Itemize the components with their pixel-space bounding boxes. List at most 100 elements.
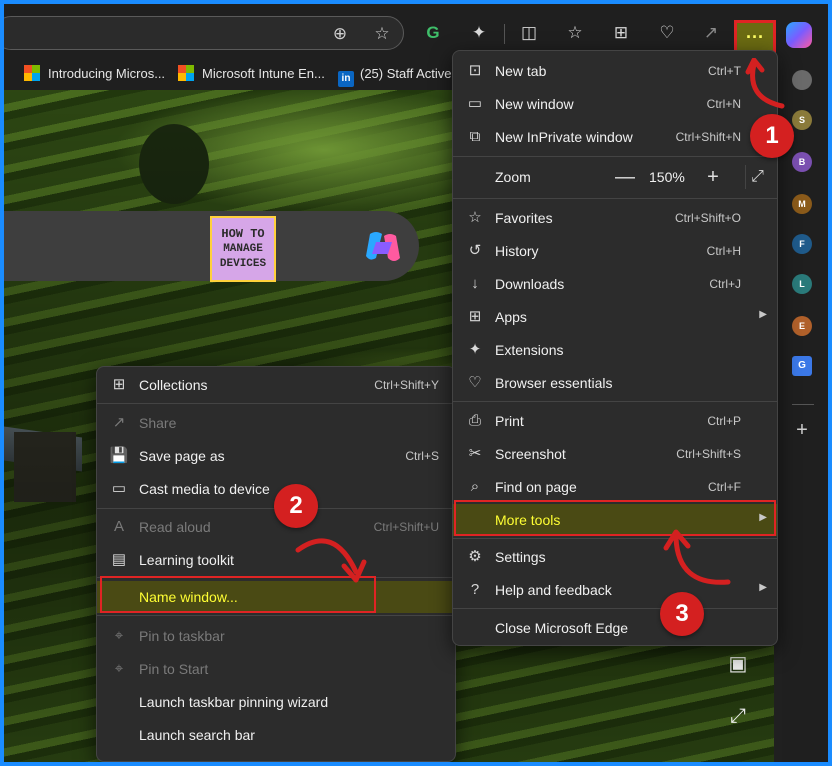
add-icon[interactable]: + — [790, 418, 814, 442]
chevron-right-icon: ▶ — [759, 309, 767, 320]
translate-icon[interactable]: G — [792, 356, 812, 376]
microsoft-logo-icon — [24, 65, 40, 81]
menu-item-downloads[interactable]: ↓ Downloads Ctrl+J — [453, 268, 777, 300]
menu-item-new-inprivate-window[interactable]: ⧉ New InPrivate window Ctrl+Shift+N — [453, 121, 777, 153]
copilot-search-icon[interactable] — [362, 228, 404, 266]
favorites-icon: ☆ — [468, 209, 482, 226]
menu-item-collections[interactable]: ⊞ Collections Ctrl+Shift+Y — [97, 369, 455, 401]
menu-item-browser-essentials[interactable]: ♡ Browser essentials — [453, 367, 777, 399]
menu-item-shortcut: Ctrl+J — [709, 277, 741, 291]
menu-item-apps[interactable]: ⊞ Apps ▶ — [453, 301, 777, 333]
favorites-bar: Introducing Micros... Microsoft Intune E… — [4, 58, 464, 90]
pin-icon: ⌖ — [114, 660, 124, 677]
bookmark-item[interactable]: in (25) Staff Active — [338, 64, 452, 87]
browser-essentials-icon: ♡ — [468, 374, 482, 391]
help-icon: ? — [470, 581, 480, 598]
menu-item-print[interactable]: ⎙ Print Ctrl+P — [453, 405, 777, 437]
menu-item-favorites[interactable]: ☆ Favorites Ctrl+Shift+O — [453, 202, 777, 234]
menu-item-pin-to-taskbar[interactable]: ⌖ Pin to taskbar — [97, 620, 455, 652]
menu-item-shortcut: Ctrl+Shift+S — [676, 447, 741, 461]
menu-item-label: Cast media to device — [139, 481, 270, 497]
menu-item-new-window[interactable]: ▭ New window Ctrl+N — [453, 88, 777, 120]
bookmark-label: Introducing Micros... — [48, 66, 166, 81]
menu-item-shortcut: Ctrl+S — [405, 449, 439, 463]
menu-item-find-on-page[interactable]: ⌕ Find on page Ctrl+F — [453, 471, 777, 503]
menu-item-save-page-as[interactable]: 💾 Save page as Ctrl+S — [97, 440, 455, 472]
menu-item-label: Save page as — [139, 448, 225, 464]
share-icon[interactable]: ↗ — [698, 20, 724, 46]
bookmark-item[interactable]: Microsoft Intune En... — [178, 64, 325, 84]
menu-item-pin-to-start[interactable]: ⌖ Pin to Start — [97, 653, 455, 685]
menu-item-label: Apps — [495, 309, 527, 325]
menu-item-screenshot[interactable]: ✂ Screenshot Ctrl+Shift+S — [453, 438, 777, 470]
logo-line-1: HOW TO — [221, 227, 265, 241]
menu-item-label: Learning toolkit — [139, 552, 234, 568]
menu-item-shortcut: Ctrl+F — [708, 480, 741, 494]
menu-item-learning-toolkit[interactable]: ▤ Learning toolkit — [97, 544, 455, 576]
microsoft-logo-icon — [178, 65, 194, 81]
menu-item-launch-taskbar-pinning-wizard[interactable]: Launch taskbar pinning wizard — [97, 686, 455, 718]
menu-item-new-tab[interactable]: ⊡ New tab Ctrl+T — [453, 55, 777, 87]
menu-item-shortcut: Ctrl+P — [707, 414, 741, 428]
workspace-avatar[interactable]: B — [792, 152, 812, 172]
menu-item-label: Close Microsoft Edge — [495, 620, 629, 636]
menu-item-shortcut: Ctrl+T — [708, 64, 741, 78]
menu-item-label: New tab — [495, 63, 547, 79]
image-icon[interactable]: ▣ — [724, 650, 752, 678]
new-tab-icon: ⊡ — [468, 62, 482, 79]
fullscreen-icon[interactable]: ⤢ — [745, 165, 769, 189]
menu-item-shortcut: Ctrl+Shift+N — [675, 130, 741, 144]
annotation-arrow-3 — [663, 529, 731, 585]
menu-item-label: Settings — [495, 549, 546, 565]
menu-item-extensions[interactable]: ✦ Extensions — [453, 334, 777, 366]
menu-item-shortcut: Ctrl+Shift+U — [373, 520, 439, 534]
zoom-icon[interactable]: ⊕ — [329, 23, 351, 45]
menu-item-label: Launch search bar — [139, 727, 255, 743]
favorites-icon[interactable]: ☆ — [562, 20, 588, 46]
grammarly-icon[interactable]: G — [420, 20, 446, 46]
address-bar[interactable]: ⊕ ☆ — [4, 16, 404, 50]
workspace-avatar[interactable]: M — [792, 194, 812, 214]
collections-icon[interactable]: ⊞ — [608, 20, 634, 46]
menu-divider — [453, 401, 777, 402]
menu-item-shortcut: Ctrl+N — [706, 97, 741, 111]
logo-line-3: DEVICES — [219, 258, 267, 270]
read-aloud-icon: A — [113, 518, 124, 535]
inprivate-icon: ⧉ — [469, 128, 481, 145]
menu-item-label: Zoom — [495, 169, 531, 185]
menu-divider — [453, 156, 777, 157]
learning-toolkit-icon: ▤ — [111, 551, 127, 568]
extensions-icon[interactable]: ✦ — [466, 20, 492, 46]
favorite-star-icon[interactable]: ☆ — [371, 23, 393, 45]
menu-item-history[interactable]: ↺ History Ctrl+H — [453, 235, 777, 267]
copilot-icon[interactable] — [786, 22, 812, 48]
find-icon: ⌕ — [470, 478, 480, 495]
menu-item-label: Find on page — [495, 479, 577, 495]
share-icon: ↗ — [112, 414, 126, 431]
annotation-arrow-2 — [295, 538, 367, 583]
zoom-out-button[interactable]: — — [613, 167, 637, 187]
menu-item-share[interactable]: ↗ Share — [97, 407, 455, 439]
step-badge-3: 3 — [660, 592, 704, 636]
workspace-avatar[interactable]: E — [792, 316, 812, 336]
workspace-avatar[interactable]: L — [792, 274, 812, 294]
menu-item-label: Print — [495, 413, 524, 429]
screenshot-icon: ✂ — [468, 445, 482, 462]
step-badge-1: 1 — [750, 114, 794, 158]
expand-icon[interactable]: ⤢ — [724, 702, 752, 730]
menu-item-shortcut: Ctrl+H — [706, 244, 741, 258]
bookmark-item[interactable]: Introducing Micros... — [24, 64, 165, 84]
split-screen-icon[interactable]: ◫ — [516, 20, 542, 46]
menu-item-label: Collections — [139, 377, 208, 393]
settings-icon: ⚙ — [468, 548, 482, 565]
menu-item-launch-search-bar[interactable]: Launch search bar — [97, 719, 455, 751]
history-icon: ↺ — [468, 242, 482, 259]
menu-item-label: Help and feedback — [495, 582, 612, 598]
workspace-avatar[interactable]: F — [792, 234, 812, 254]
zoom-in-button[interactable]: + — [701, 167, 725, 187]
linkedin-logo-icon: in — [338, 71, 354, 87]
collections-icon: ⊞ — [112, 376, 126, 393]
menu-item-label: Launch taskbar pinning wizard — [139, 694, 329, 710]
browser-essentials-icon[interactable]: ♡ — [654, 20, 680, 46]
menu-item-close-microsoft-edge[interactable]: Close Microsoft Edge — [453, 612, 777, 644]
